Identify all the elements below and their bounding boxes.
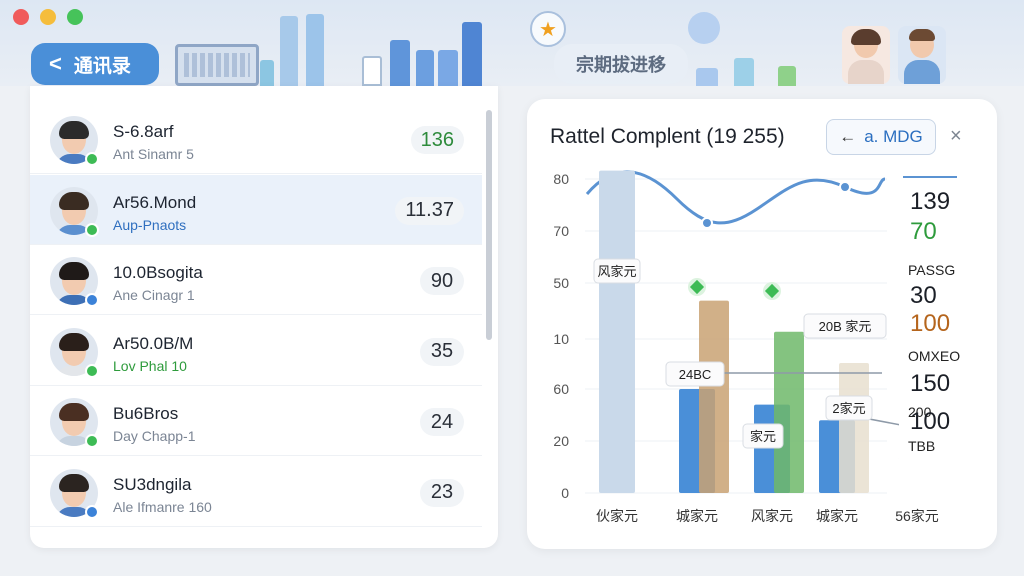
contact-name: Bu6Bros (113, 404, 179, 423)
contact-row[interactable]: Ar50.0B/M Lov Phal 10 35 (30, 316, 482, 386)
male-avatar-illustration (898, 26, 946, 84)
count-badge: 136 (410, 126, 464, 154)
contact-subtitle: Ant Sinamr 5 (113, 146, 194, 162)
contact-subtitle: Day Chapp-1 (113, 428, 196, 444)
contact-name: 10.0Bsogita (113, 263, 203, 282)
star-chat-icon: ★ (530, 11, 566, 47)
side-value: 139 (910, 188, 950, 215)
side-label: PASSG (908, 262, 955, 278)
close-window-button[interactable] (13, 9, 29, 25)
contact-subtitle: Ane Cinagr 1 (113, 287, 195, 303)
presence-dot (85, 222, 99, 237)
presence-dot (85, 293, 99, 307)
chevron-left-icon: < (49, 51, 62, 76)
data-label: 24BC (679, 367, 712, 382)
bar-secondary (839, 363, 869, 493)
decor-bar (438, 50, 458, 86)
x-tick-label: 伙家元 (596, 508, 638, 524)
decor-bar (260, 60, 274, 86)
count-badge: 35 (420, 337, 464, 366)
presence-dot (85, 363, 99, 378)
side-value: 30 (910, 282, 937, 309)
center-tab[interactable]: 宗期拔进移 (554, 44, 688, 84)
chart-filter-button[interactable]: ← a. MDG (826, 119, 936, 155)
data-label: 20B 家元 (819, 319, 872, 334)
count-badge: 23 (420, 478, 464, 507)
count-badge: 24 (420, 408, 464, 436)
contact-row[interactable]: S-6.8arf Ant Sinamr 5 136 (30, 104, 482, 174)
side-label: OMXEO (908, 348, 960, 364)
decor-bar (778, 66, 796, 86)
contact-list: S-6.8arf Ant Sinamr 5 136 Ar56.Mond Aup-Pnao… (30, 86, 498, 548)
data-label: 家元 (750, 429, 776, 444)
contact-name: Ar56.Mond (113, 192, 197, 212)
trend-point (839, 181, 851, 193)
side-value: 150 (910, 370, 950, 397)
contact-row[interactable]: Bu6Bros Day Chapp-1 24 (30, 386, 482, 456)
presence-dot (85, 152, 99, 166)
presence-dot (85, 504, 99, 519)
bar-secondary (699, 300, 729, 493)
count-badge: 11.37 (395, 196, 464, 225)
y-tick-label: 10 (553, 331, 569, 347)
trend-point (701, 217, 713, 229)
monitor-illustration (175, 44, 259, 86)
arrow-left-icon: ← (839, 127, 857, 146)
title-bar: ★ < 通讯录 宗期拔进移 (0, 0, 1024, 86)
side-value: 100 (910, 408, 950, 435)
contact-name: S-6.8arf (113, 122, 174, 141)
x-tick-label: 城家元 (676, 508, 718, 524)
female-avatar-illustration (842, 26, 890, 84)
contact-row[interactable]: SU3dngila Ale Ifmanre 160 23 (30, 457, 482, 527)
contact-row[interactable]: 10.0Bsogita Ane Cinagr 1 90 (30, 245, 482, 315)
decor-bar (734, 58, 754, 86)
side-value: 70 (910, 218, 937, 245)
side-value: 100 (910, 310, 950, 337)
y-tick-label: 80 (553, 171, 569, 187)
bar-secondary (774, 331, 804, 493)
back-button[interactable]: < 通讯录 (31, 43, 159, 85)
bar (599, 170, 635, 493)
decor-bar (462, 22, 482, 86)
center-tab-label: 宗期拔进移 (576, 55, 666, 75)
x-tick-label: 56家元 (895, 508, 939, 524)
back-button-label: 通讯录 (73, 55, 131, 77)
decor-bar (390, 40, 410, 86)
chat-bubble-icon (688, 12, 720, 44)
y-tick-label: 50 (553, 275, 569, 291)
contact-list-scrollbar[interactable] (486, 110, 492, 340)
contact-name: Ar50.0B/M (113, 333, 194, 353)
decor-bar (280, 16, 298, 86)
presence-dot (85, 434, 99, 448)
y-tick-label: 20 (553, 433, 569, 449)
contact-subtitle: Lov Phal 10 (113, 357, 187, 374)
minimize-window-button[interactable] (40, 9, 56, 25)
chart-title: Rattel Complent (19 255) (550, 125, 785, 148)
y-tick-label: 0 (561, 485, 569, 501)
data-label: 2家元 (832, 401, 865, 416)
close-icon[interactable]: × (950, 125, 962, 148)
decor-bar (416, 50, 434, 86)
count-badge: 90 (420, 267, 464, 295)
chart-canvas: 80 70 50 10 60 20 0 风家元 24BC 家元 20B 家元 2家元伙家元 城家元 风家元… (553, 169, 985, 524)
x-tick-label: 城家元 (816, 508, 858, 524)
decor-bar (696, 68, 718, 86)
decor-bar (306, 14, 324, 86)
side-label: TBB (908, 438, 935, 454)
contact-row[interactable]: Ar56.Mond Aup-Pnaots 11.37 (30, 174, 482, 245)
y-tick-label: 60 (553, 381, 569, 397)
chart-filter-label: a. MDG (864, 127, 923, 146)
contact-subtitle: Ale Ifmanre 160 (113, 498, 212, 515)
decor-bar (362, 56, 382, 86)
y-tick-label: 70 (553, 223, 569, 239)
chart-card: 80 70 50 10 60 20 0 风家元 24BC 家元 20B 家元 2家元伙家元 城家元 风家元… (527, 99, 997, 549)
contact-subtitle: Aup-Pnaots (113, 216, 187, 233)
x-tick-label: 风家元 (751, 508, 793, 524)
data-label: 风家元 (597, 264, 636, 279)
zoom-window-button[interactable] (67, 9, 83, 25)
contact-name: SU3dngila (113, 474, 192, 494)
